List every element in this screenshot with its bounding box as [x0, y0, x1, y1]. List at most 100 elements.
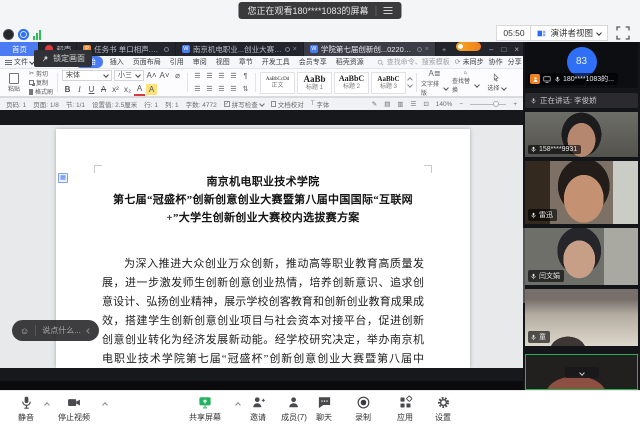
add-tab-button[interactable]: +	[436, 42, 452, 56]
collab-button[interactable]: 协作	[489, 57, 503, 67]
line-spacing-icon[interactable]: ⇅	[240, 84, 251, 95]
ribbon-tab-insert[interactable]: 插入	[108, 57, 126, 67]
format-painter-button[interactable]: 格式刷	[29, 88, 53, 96]
participant-video[interactable]: 童	[525, 289, 638, 346]
sidebar-scrollbar[interactable]	[523, 228, 525, 303]
chat-button[interactable]: 聊天	[316, 395, 332, 423]
close-window-icon[interactable]: ×	[510, 42, 523, 56]
numbered-list-icon[interactable]: ☰	[204, 71, 215, 82]
text-layout-tool[interactable]: A≣文字排版	[421, 71, 448, 94]
doc-proof-button[interactable]: 文档校对	[271, 99, 304, 109]
tab-doc-file-2[interactable]: W学院第七届创新创...02208022×	[304, 42, 436, 56]
spell-check-button[interactable]: ✓拼写检查	[224, 99, 264, 109]
font-color-button[interactable]: A	[134, 83, 145, 96]
align-right-icon[interactable]: ☰	[216, 84, 227, 95]
share-screen-button[interactable]: 共享屏幕	[189, 395, 221, 423]
screen-list-icon[interactable]	[384, 7, 393, 8]
apps-button[interactable]: 应用	[397, 395, 413, 423]
login-account-button[interactable]	[456, 42, 481, 51]
ribbon-tab-view[interactable]: 视图	[214, 57, 232, 67]
participant-video-active[interactable]	[525, 354, 638, 390]
ribbon-tab-page-layout[interactable]: 页面布局	[131, 57, 163, 67]
style-heading2[interactable]: AaBbC标题 2	[334, 72, 369, 94]
zoom-in-button[interactable]: +	[513, 101, 517, 108]
zoom-out-button[interactable]: −	[459, 101, 463, 108]
superscript-button[interactable]: x²	[110, 84, 121, 95]
highlight-color-button[interactable]: A	[146, 84, 157, 95]
align-left-icon[interactable]: ☰	[192, 84, 203, 95]
close-icon[interactable]: ×	[425, 46, 429, 53]
outdent-icon[interactable]: ☰	[216, 71, 227, 82]
record-button[interactable]: 录制	[355, 395, 371, 423]
paste-options-icon[interactable]: ▦	[58, 173, 68, 183]
justify-icon[interactable]: ☰	[228, 84, 239, 95]
copy-button[interactable]: 复制	[29, 79, 53, 87]
font-name-select[interactable]: 宋体	[62, 70, 112, 81]
tab-doc-file-1[interactable]: W南京机电职业...创业大赛方案×	[176, 42, 304, 56]
members-button[interactable]: 成员(7)	[281, 395, 307, 423]
cut-button[interactable]: ✂剪切	[29, 70, 53, 78]
command-search-box[interactable]: 查找命令、搜索模板	[377, 57, 450, 67]
video-options-icon[interactable]	[102, 402, 108, 408]
view-mode-button[interactable]: 演讲者视图	[530, 25, 608, 41]
ribbon-tab-references[interactable]: 引用	[168, 57, 186, 67]
mute-options-icon[interactable]	[44, 402, 50, 408]
bold-button[interactable]: B	[62, 84, 73, 95]
print-view-icon[interactable]: ▥	[397, 100, 403, 108]
share-options-icon[interactable]	[235, 402, 241, 408]
fullscreen-icon[interactable]	[615, 25, 631, 41]
zoom-slider-knob[interactable]	[493, 101, 499, 107]
font-size-select[interactable]: 小三	[114, 70, 144, 81]
participant-video[interactable]: 158****9931	[525, 112, 638, 157]
close-icon[interactable]: ×	[293, 46, 297, 53]
select-tool[interactable]: 选择	[483, 71, 510, 94]
network-signal-icon[interactable]	[33, 29, 41, 40]
participant-video-presenter[interactable]: 83 180****1083的...	[525, 42, 638, 88]
indent-icon[interactable]: ☰	[228, 71, 239, 82]
quick-chat-overlay[interactable]: ☺ 说点什么...	[12, 320, 99, 341]
meeting-app-icon[interactable]	[18, 29, 29, 40]
web-view-icon[interactable]: ☰	[411, 100, 417, 108]
ribbon-tab-dev-tools[interactable]: 开发工具	[260, 57, 292, 67]
document-page[interactable]: ▦ 南京机电职业技术学院 第七届“冠盛杯”创新创意创业大赛暨第八届中国国际“互联…	[56, 129, 470, 368]
paragraph-mark-icon[interactable]: ¶	[240, 71, 251, 82]
ribbon-tab-section[interactable]: 章节	[237, 57, 255, 67]
subscript-button[interactable]: x₂	[122, 84, 133, 95]
bullet-list-icon[interactable]: ☰	[192, 71, 203, 82]
clear-format-icon[interactable]: ⌀	[172, 70, 183, 81]
align-center-icon[interactable]: ☰	[204, 84, 215, 95]
style-heading1[interactable]: AaBb标题 1	[297, 72, 332, 94]
italic-button[interactable]: I	[74, 84, 85, 95]
ribbon-tab-docer-res[interactable]: 稻壳资源	[334, 57, 366, 67]
participant-video[interactable]: 闫文娟	[525, 228, 638, 285]
style-normal[interactable]: AaBbCcDd正文	[260, 72, 295, 94]
read-view-icon[interactable]: ▤	[384, 100, 390, 108]
sync-status[interactable]: ⟳ 未同步	[455, 57, 484, 67]
share-button[interactable]: 分享	[508, 57, 522, 67]
ribbon-tab-review[interactable]: 审阅	[191, 57, 209, 67]
file-menu[interactable]: 文件	[5, 57, 34, 67]
participant-video[interactable]: 雷迅	[525, 161, 638, 224]
chat-input-placeholder[interactable]: 说点什么...	[42, 325, 81, 336]
watching-banner[interactable]: 您正在观看180****1083的屏幕	[238, 2, 401, 19]
collapse-videos-button[interactable]	[565, 367, 599, 378]
mute-button[interactable]: 静音	[18, 395, 34, 423]
strikethrough-button[interactable]: A	[98, 84, 109, 95]
ribbon-tab-member[interactable]: 会员专享	[297, 57, 329, 67]
invite-button[interactable]: 邀请	[250, 395, 266, 423]
settings-button[interactable]: 设置	[435, 395, 451, 423]
zoom-value[interactable]: 140%	[436, 101, 453, 108]
lock-screen-tooltip[interactable]: 锁定画面	[34, 50, 92, 67]
emoji-icon[interactable]: ☺	[20, 326, 29, 336]
underline-button[interactable]: U	[86, 84, 97, 95]
maximize-icon[interactable]: □	[497, 42, 510, 56]
gallery-down-icon[interactable]	[407, 82, 413, 88]
collapse-chat-icon[interactable]	[86, 328, 92, 334]
minimize-icon[interactable]: –	[485, 42, 497, 56]
meeting-info-icon[interactable]	[3, 29, 14, 40]
stop-video-button[interactable]: 停止视频	[58, 395, 90, 423]
fit-page-icon[interactable]: ⊡	[423, 100, 428, 108]
paste-button[interactable]: 粘贴	[3, 71, 25, 94]
find-replace-tool[interactable]: 查找替换	[452, 71, 479, 94]
increase-font-icon[interactable]: A˄	[146, 70, 157, 81]
